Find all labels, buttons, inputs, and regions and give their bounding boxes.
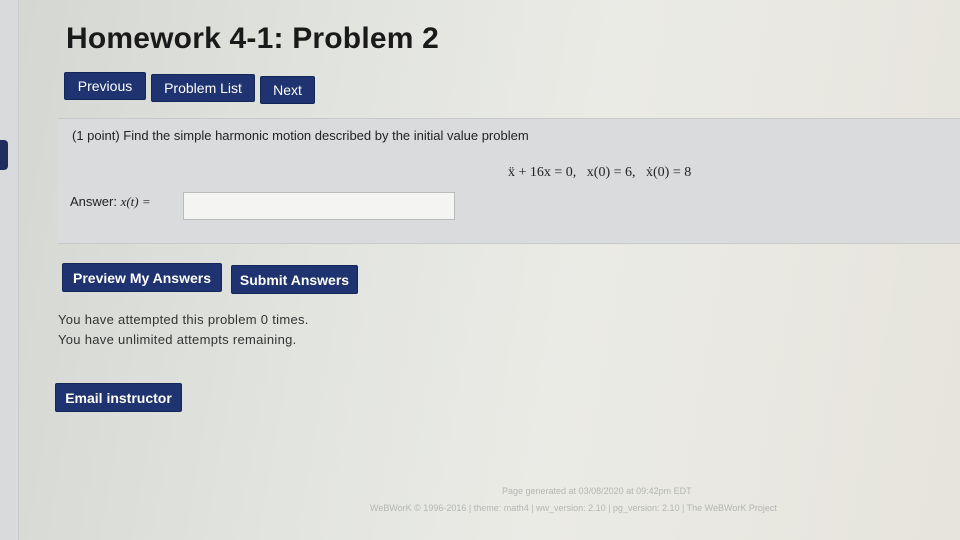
email-instructor-button[interactable]: Email instructor	[55, 383, 182, 412]
answer-input[interactable]	[183, 192, 455, 220]
preview-answers-button[interactable]: Preview My Answers	[62, 263, 222, 292]
remaining-text: You have unlimited attempts remaining.	[58, 332, 297, 347]
next-button[interactable]: Next	[260, 76, 315, 104]
page-title: Homework 4-1: Problem 2	[66, 22, 440, 55]
previous-button[interactable]: Previous	[64, 72, 146, 100]
attempts-text: You have attempted this problem 0 times.	[58, 312, 309, 327]
footer-generated: Page generated at 03/08/2020 at 09:42pm …	[502, 486, 692, 496]
answer-math-label: x(t) =	[120, 194, 151, 209]
answer-label: Answer: x(t) =	[70, 194, 151, 210]
footer-copyright: WeBWorK © 1996-2016 | theme: math4 | ww_…	[370, 503, 777, 513]
problem-list-button[interactable]: Problem List	[151, 74, 255, 102]
submit-answers-button[interactable]: Submit Answers	[231, 265, 358, 294]
answer-prefix: Answer:	[70, 194, 121, 209]
left-edge-panel	[0, 0, 19, 540]
left-edge-tab[interactable]	[0, 140, 8, 170]
problem-equation: ẍ + 16x = 0, x(0) = 6, ẋ(0) = 8	[508, 165, 692, 180]
problem-statement: (1 point) Find the simple harmonic motio…	[72, 128, 529, 143]
